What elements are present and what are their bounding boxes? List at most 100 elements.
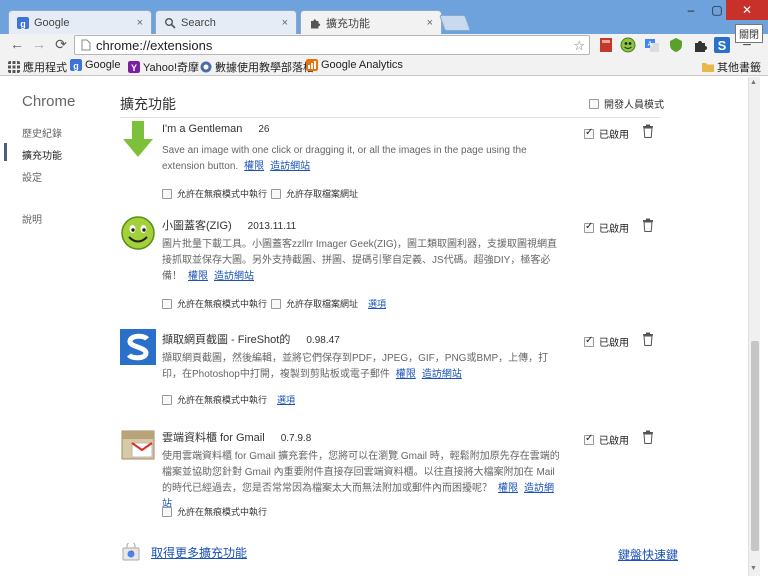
extension-options: 允許在無痕模式中執行 選項 [162,393,295,406]
extension-name: 小圖蓋客(ZIG) 2013.11.11 [162,220,297,232]
allow-file-urls-option[interactable]: 允許存取檔案網址 [271,187,358,200]
allow-incognito-option[interactable]: 允許在無痕模式中執行 [162,393,267,406]
keyboard-shortcuts-link[interactable]: 鍵盤快速鍵 [618,548,678,562]
google-favicon-icon: g [70,59,82,71]
bookmark-apps[interactable]: 應用程式 [8,59,67,75]
bookmark-label: Google Analytics [321,59,403,71]
get-more-extensions[interactable]: 取得更多擴充功能 [122,543,247,561]
svg-text:Y: Y [131,63,137,73]
allow-incognito-option[interactable]: 允許在無痕模式中執行 [162,297,267,310]
enabled-checkbox[interactable] [584,335,594,347]
other-bookmarks[interactable]: 其他書籤 [702,59,761,75]
allow-incognito-checkbox[interactable] [162,394,172,405]
keyboard-shortcuts[interactable]: 鍵盤快速鍵 [618,546,678,563]
enabled-checkbox[interactable] [584,127,594,139]
sidebar-title: Chrome [22,93,76,110]
bookmark-google[interactable]: g Google [70,59,120,71]
allow-incognito-checkbox[interactable] [162,506,172,517]
permissions-link[interactable]: 權限 [498,483,518,494]
trash-icon[interactable] [642,218,654,232]
extension-item-cloud-locker: 雲端資料櫃 for Gmail 0.7.9.8 使用雲端資料櫃 for Gmail… [120,427,660,527]
permissions-link[interactable]: 權限 [244,161,264,172]
reload-button[interactable]: ⟳ [52,36,70,53]
enable-toggle[interactable]: 已啟用 [584,126,629,141]
bookmark-blog[interactable]: 數據使用教學部落格 [200,59,314,75]
scrollbar-thumb[interactable] [751,341,759,551]
minimize-button[interactable]: – [678,0,704,20]
developer-mode-checkbox[interactable] [589,98,599,109]
tab-close-icon[interactable]: × [137,17,143,29]
tab-search[interactable]: Search × [155,10,297,34]
google-favicon-icon: g [17,16,29,29]
extension-description: 使用雲端資料櫃 for Gmail 擴充套件，您將可以在瀏覽 Gmail 時，輕… [162,451,560,510]
extension-version: 0.98.47 [306,335,340,346]
enable-toggle[interactable]: 已啟用 [584,220,629,235]
bookmark-star-icon[interactable]: ☆ [573,38,585,54]
visit-website-link[interactable]: 造訪網站 [422,369,462,380]
visit-website-link[interactable]: 造訪網站 [214,271,254,282]
extension-version: 26 [258,124,270,135]
green-shield-extension-icon[interactable] [668,37,684,53]
yahoo-favicon-icon: Y [128,61,140,73]
scroll-up-icon[interactable]: ▲ [750,79,757,86]
bookmark-google-analytics[interactable]: Google Analytics [306,59,403,71]
zig-extension-icon[interactable] [620,37,636,53]
svg-text:g: g [20,19,26,29]
bookmark-label: 數據使用教學部落格 [215,62,314,74]
tab-label: Search [181,16,216,29]
puzzle-extension-icon[interactable] [692,37,708,53]
visit-website-link[interactable]: 造訪網站 [270,161,310,172]
allow-incognito-option[interactable]: 允許在無痕模式中執行 [162,505,267,518]
permissions-link[interactable]: 權限 [396,369,416,380]
options-link[interactable]: 選項 [368,297,386,310]
sidebar-item-extensions[interactable]: 擴充功能 [22,147,62,162]
enabled-checkbox[interactable] [584,221,594,233]
sidebar-item-help[interactable]: 說明 [22,211,42,226]
forward-button[interactable]: → [30,36,48,52]
enable-toggle[interactable]: 已啟用 [584,334,629,349]
back-button[interactable]: ← [8,36,26,52]
enabled-checkbox[interactable] [584,433,594,445]
trash-icon[interactable] [642,430,654,444]
folder-icon [702,63,714,72]
extension-item-fireshot: 擷取網頁截圖 - FireShot的 0.98.47 擷取網頁截圖，然後編輯，並將… [120,329,660,409]
permissions-link[interactable]: 權限 [188,271,208,282]
get-more-extensions-link[interactable]: 取得更多擴充功能 [151,544,247,561]
extension-description: 圖片批量下載工具。小圖蓋客zzllrr Imager Geek(ZIG)，圖工類… [162,239,558,282]
extension-name: I'm a Gentleman 26 [162,123,270,135]
page-scrollbar[interactable]: ▲ ▼ [748,77,760,576]
bookmark-yahoo[interactable]: Y Yahoo!奇摩 [128,59,199,75]
close-tooltip: 關閉 [735,24,763,43]
tab-close-icon[interactable]: × [282,17,288,29]
extension-description: Save an image with one click or dragging… [162,145,527,172]
scroll-down-icon[interactable]: ▼ [750,565,757,572]
fireshot-extension-icon[interactable]: S [714,37,730,53]
page-title: 擴充功能 [120,96,176,112]
green-down-arrow-icon [123,121,153,157]
sidebar-item-settings[interactable]: 設定 [22,169,42,184]
developer-mode-toggle[interactable]: 開發人員模式 [589,96,664,111]
trash-icon[interactable] [642,332,654,346]
translate-extension-icon[interactable]: A [644,37,660,53]
svg-text:g: g [73,61,79,71]
allow-incognito-option[interactable]: 允許在無痕模式中執行 [162,187,267,200]
options-link[interactable]: 選項 [277,393,295,406]
allow-file-urls-option[interactable]: 允許存取檔案網址 [271,297,358,310]
red-book-extension-icon[interactable] [598,37,614,53]
new-tab-button[interactable] [439,15,471,31]
close-window-button[interactable]: ✕ [726,0,768,20]
enable-toggle[interactable]: 已啟用 [584,432,629,447]
allow-file-urls-checkbox[interactable] [271,298,282,309]
sidebar-item-history[interactable]: 歷史紀錄 [22,125,62,140]
allow-file-urls-checkbox[interactable] [271,188,282,199]
allow-incognito-checkbox[interactable] [162,298,172,309]
bookmark-label: Google [85,59,121,71]
address-bar[interactable]: chrome://extensions ☆ [74,35,590,55]
trash-icon[interactable] [642,124,654,138]
allow-incognito-checkbox[interactable] [162,188,172,199]
extension-item-zig: 小圖蓋客(ZIG) 2013.11.11 圖片批量下載工具。小圖蓋客zzllrr … [120,215,660,315]
tab-extensions[interactable]: 擴充功能 × [300,10,442,34]
tab-close-icon[interactable]: × [427,17,433,29]
tab-google[interactable]: g Google × [8,10,152,34]
extension-name: 擷取網頁截圖 - FireShot的 0.98.47 [162,334,340,346]
